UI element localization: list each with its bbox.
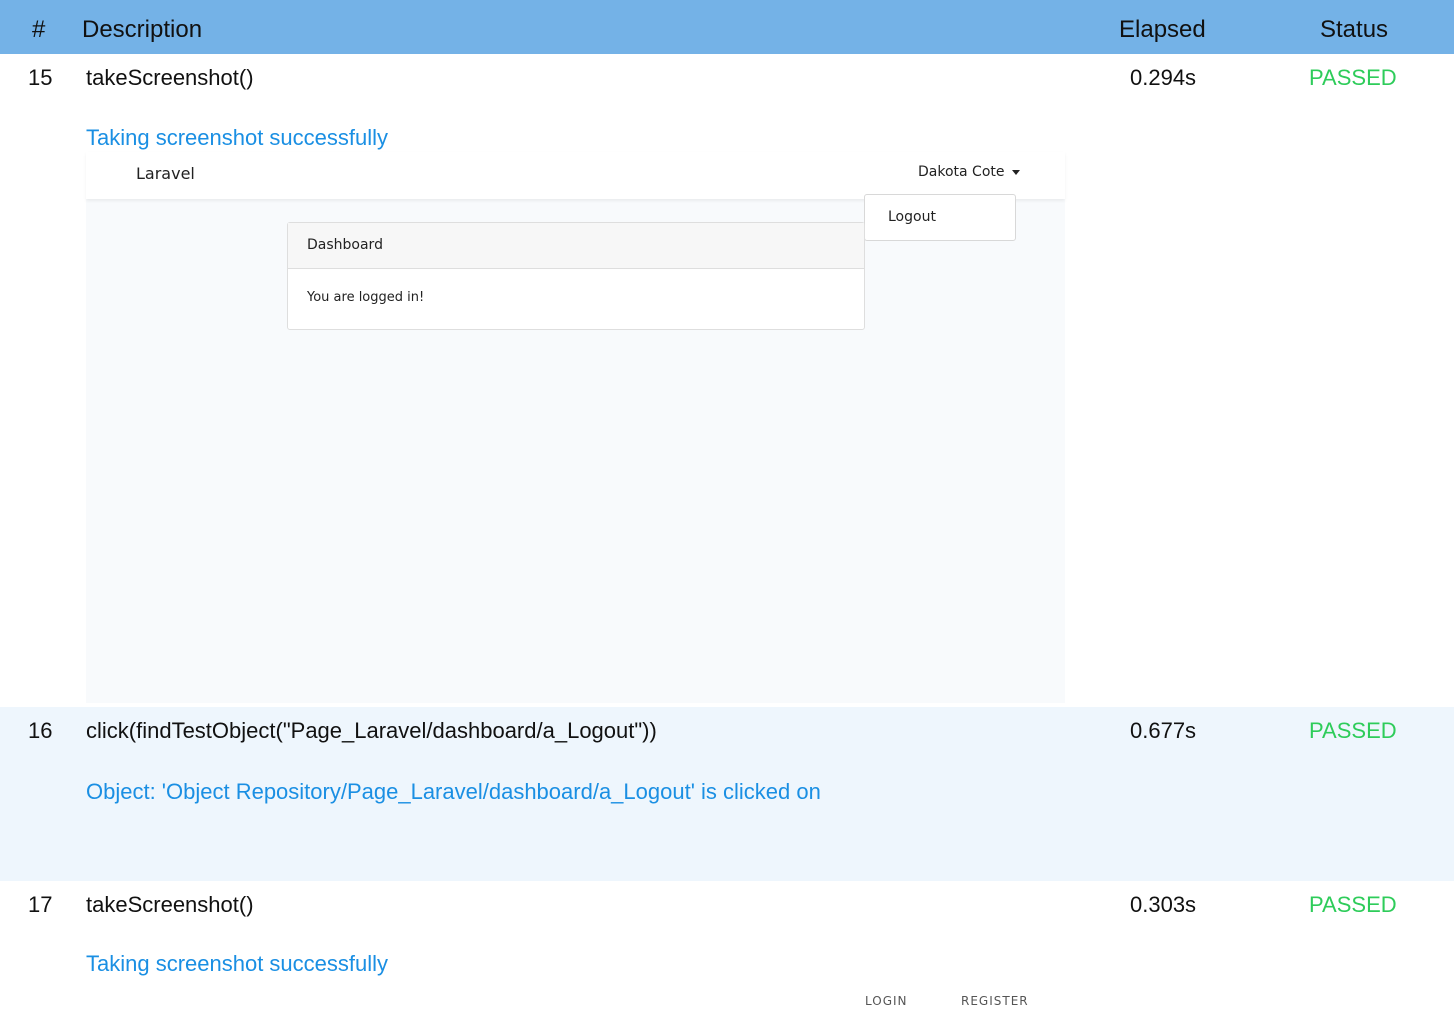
header-status: Status — [1320, 16, 1389, 43]
row-num: 15 — [28, 65, 53, 90]
row-num: 17 — [28, 892, 53, 917]
screenshot-user-menu: Dakota Cote — [918, 164, 1020, 180]
screenshot-image[interactable]: Laravel Dakota Cote Logout Dashboard You… — [86, 152, 1065, 703]
screenshot-card: Dashboard You are logged in! — [287, 222, 865, 330]
screenshot-dropdown-item: Logout — [888, 209, 936, 225]
screenshot-register-link: REGISTER — [961, 994, 1029, 1008]
header-num: # — [32, 16, 46, 43]
row-status: PASSED — [1309, 718, 1397, 743]
screenshot-login-link: LOGIN — [865, 994, 908, 1008]
row-elapsed: 0.294s — [1130, 65, 1197, 90]
row-description: takeScreenshot() — [86, 65, 254, 90]
row-elapsed: 0.677s — [1130, 718, 1197, 743]
row-status: PASSED — [1309, 65, 1397, 90]
row-message: Taking screenshot successfully — [86, 125, 389, 150]
screenshot-user-name: Dakota Cote — [918, 164, 1005, 180]
row-status: PASSED — [1309, 892, 1397, 917]
table-row: 16 click(findTestObject("Page_Laravel/da… — [0, 707, 1454, 881]
screenshot-brand: Laravel — [136, 164, 195, 183]
header-elapsed: Elapsed — [1119, 16, 1206, 43]
row-message: Object: 'Object Repository/Page_Laravel/… — [86, 779, 821, 804]
table-header: # Description Elapsed Status — [0, 0, 1454, 54]
row-num: 16 — [28, 718, 53, 743]
screenshot-dropdown: Logout — [864, 194, 1016, 241]
row-description: click(findTestObject("Page_Laravel/dashb… — [86, 718, 657, 743]
row-elapsed: 0.303s — [1130, 892, 1197, 917]
screenshot-card-header: Dashboard — [288, 223, 864, 269]
row-description: takeScreenshot() — [86, 892, 254, 917]
screenshot-card-title: Dashboard — [307, 237, 383, 253]
screenshot-image-partial[interactable]: LOGIN REGISTER — [0, 954, 1454, 1012]
screenshot-navbar: Laravel Dakota Cote — [86, 152, 1065, 199]
screenshot-card-body: You are logged in! — [307, 290, 425, 305]
caret-down-icon — [1011, 169, 1020, 175]
header-description: Description — [82, 16, 203, 43]
